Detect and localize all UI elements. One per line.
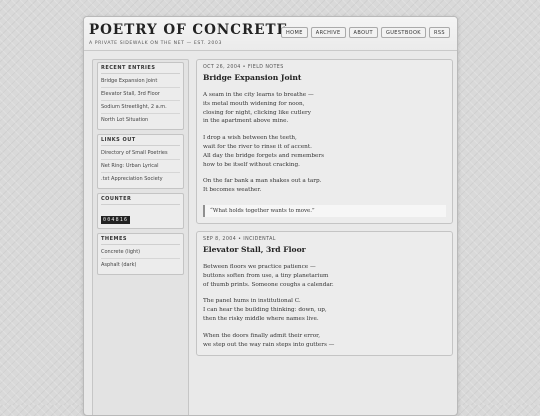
poem-line: how to be itself without cracking.	[203, 161, 300, 168]
theme-option-light[interactable]: Concrete (light)	[101, 246, 180, 259]
sidebar: RECENT ENTRIES Bridge Expansion Joint El…	[92, 59, 189, 415]
site-tagline: A PRIVATE SIDEWALK ON THE NET — EST. 200…	[89, 41, 222, 46]
poem-line: in the apartment above mine.	[203, 118, 289, 125]
nav-guestbook-button[interactable]: GUESTBOOK	[380, 27, 426, 38]
site-title[interactable]: POETRY OF CONCRETE	[89, 22, 288, 38]
stanza: A seam in the city learns to breathe — i…	[203, 91, 446, 126]
recent-entry-link[interactable]: Sodium Streetlight, 2 a.m.	[101, 101, 180, 114]
stanza: When the doors finally admit their error…	[203, 332, 446, 350]
poem-line: All day the bridge forgets and remembers	[203, 152, 325, 159]
main-nav: HOME ARCHIVE ABOUT GUESTBOOK RSS	[280, 27, 450, 38]
post-entry: SEP 8, 2004 • INCIDENTAL Elevator Stall,…	[196, 230, 453, 357]
post-title[interactable]: Elevator Stall, 3rd Floor	[203, 245, 446, 254]
links-out-title: LINKS OUT	[101, 137, 180, 146]
poem-line: On the far bank a man shakes out a tarp.	[203, 178, 322, 185]
external-link[interactable]: Net Ring: Urban Lyrical	[101, 160, 180, 173]
external-link[interactable]: .txt Appreciation Society	[101, 173, 180, 185]
poem-line: we step out the way rain steps into gutt…	[203, 341, 335, 348]
themes-widget: THEMES Concrete (light) Asphalt (dark)	[97, 233, 184, 275]
links-out-widget: LINKS OUT Directory of Small Poetries Ne…	[97, 134, 184, 189]
poem-line: buttons soften from use, a tiny planetar…	[203, 272, 329, 279]
stanza: I drop a wish between the teeth, wait fo…	[203, 134, 446, 169]
page-shell: POETRY OF CONCRETE A PRIVATE SIDEWALK ON…	[83, 16, 458, 416]
post-meta: SEP 8, 2004 • INCIDENTAL	[203, 236, 276, 242]
recent-entries-widget: RECENT ENTRIES Bridge Expansion Joint El…	[97, 62, 184, 130]
poem-line: When the doors finally admit their error…	[203, 332, 321, 339]
counter-widget: COUNTER 004816	[97, 193, 184, 229]
nav-home-button[interactable]: HOME	[280, 27, 308, 38]
hit-counter: 004816	[101, 216, 131, 224]
theme-option-dark[interactable]: Asphalt (dark)	[101, 259, 180, 271]
recent-entry-link[interactable]: Bridge Expansion Joint	[101, 75, 180, 88]
stanza: Between floors we practice patience — bu…	[203, 263, 446, 289]
poem-line: then the risky middle where names live.	[203, 315, 319, 322]
nav-about-button[interactable]: ABOUT	[348, 27, 378, 38]
poem-line: I can hear the building thinking: down, …	[203, 307, 327, 314]
stanza: On the far bank a man shakes out a tarp.…	[203, 177, 446, 195]
poem-line: I drop a wish between the teeth,	[203, 135, 297, 142]
poem-line: wait for the river to rinse it of accent…	[203, 143, 312, 150]
poem-line: It becomes weather.	[203, 187, 262, 194]
themes-title: THEMES	[101, 236, 180, 245]
pull-quote: “What holds together wants to move.”	[203, 204, 446, 217]
recent-entry-link[interactable]: North Lot Situation	[101, 114, 180, 126]
poem-line: Between floors we practice patience —	[203, 263, 316, 270]
stanza: The panel hums in institutional C. I can…	[203, 297, 446, 323]
recent-entry-link[interactable]: Elevator Stall, 3rd Floor	[101, 88, 180, 101]
post-entry: OCT 26, 2004 • FIELD NOTES Bridge Expans…	[196, 59, 453, 224]
counter-title: COUNTER	[101, 196, 180, 205]
main-content: OCT 26, 2004 • FIELD NOTES Bridge Expans…	[196, 59, 453, 363]
post-title[interactable]: Bridge Expansion Joint	[203, 73, 446, 82]
poem-line: closing for night, clicking like cutlery	[203, 109, 311, 116]
poem-line: of thumb prints. Someone coughs a calend…	[203, 281, 334, 288]
poem-line: its metal mouth widening for noon,	[203, 100, 305, 107]
poem-line: The panel hums in institutional C.	[203, 298, 301, 305]
nav-rss-button[interactable]: RSS	[428, 27, 450, 38]
recent-entries-title: RECENT ENTRIES	[101, 65, 180, 74]
nav-archive-button[interactable]: ARCHIVE	[310, 27, 346, 38]
poem-line: A seam in the city learns to breathe —	[203, 92, 314, 98]
external-link[interactable]: Directory of Small Poetries	[101, 147, 180, 160]
site-header: POETRY OF CONCRETE A PRIVATE SIDEWALK ON…	[84, 17, 457, 51]
post-meta: OCT 26, 2004 • FIELD NOTES	[203, 65, 284, 70]
